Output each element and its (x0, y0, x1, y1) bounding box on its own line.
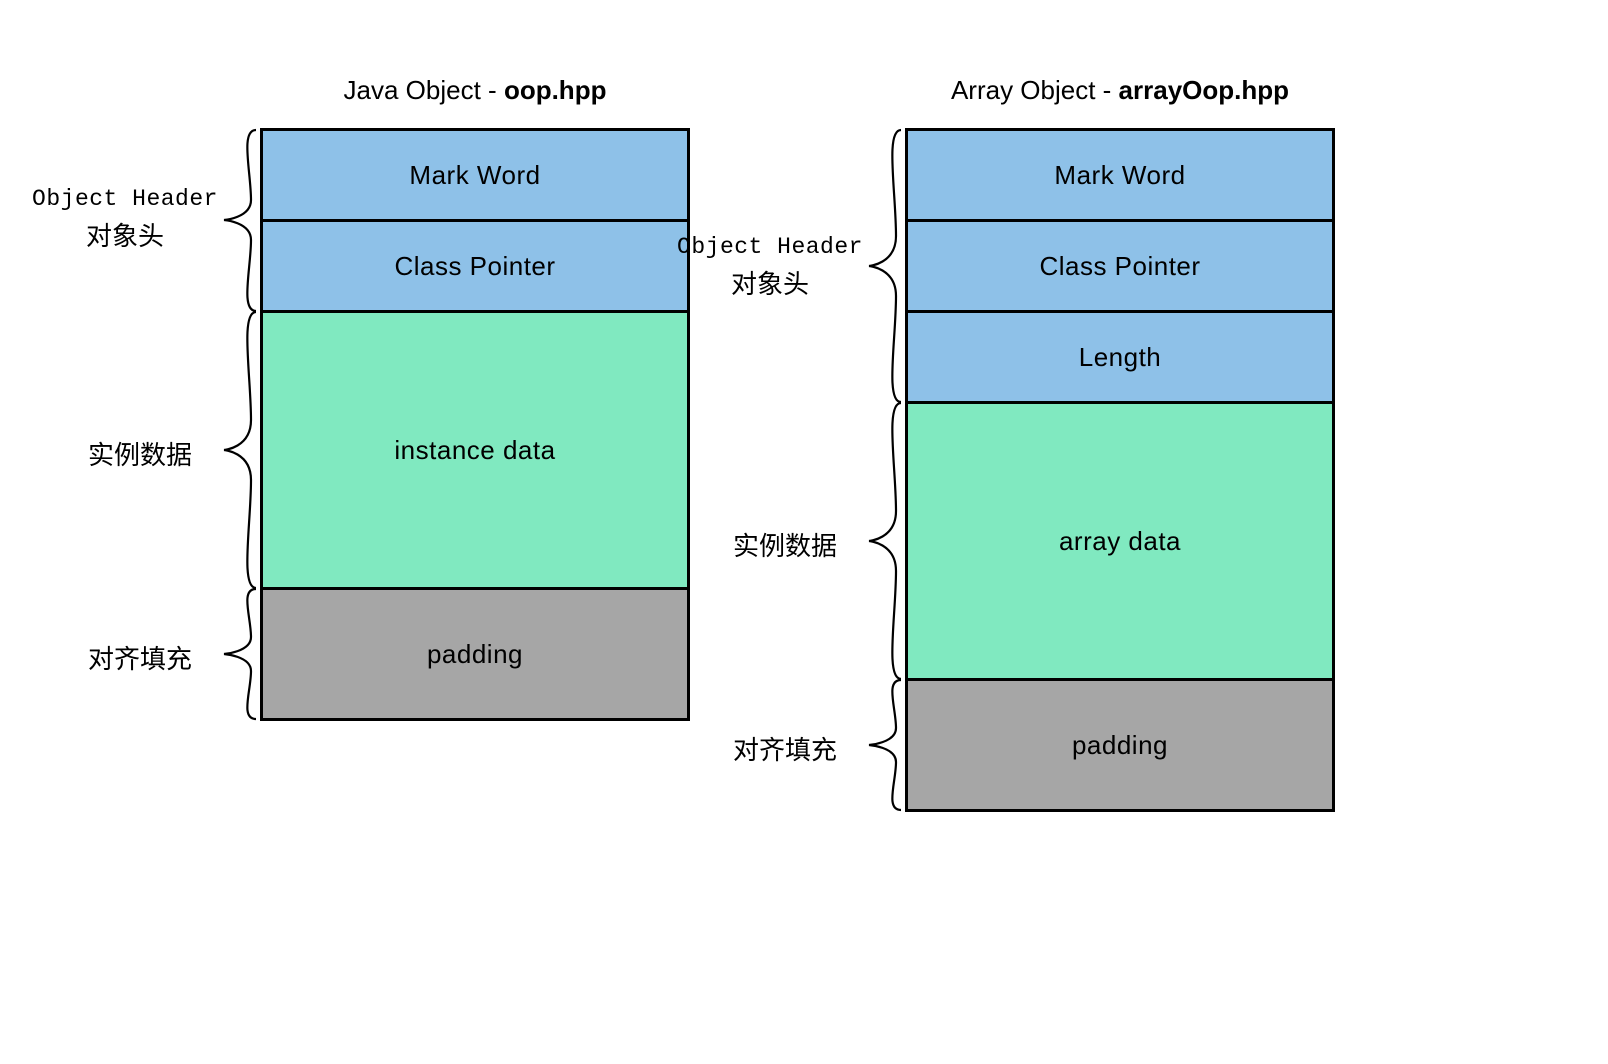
right-label-padding: 对齐填充 (705, 731, 865, 770)
right-block-padding: padding (905, 678, 1335, 812)
right-title-bold: arrayOop.hpp (1119, 75, 1289, 105)
left-brace-header (222, 128, 258, 313)
right-block-length: Length (905, 310, 1335, 404)
right-block-array-data: array data (905, 401, 1335, 681)
right-brace-padding (867, 678, 903, 812)
left-title-bold: oop.hpp (504, 75, 607, 105)
diagram-canvas: Java Object - oop.hpp Mark Word Class Po… (0, 0, 1608, 1064)
left-label-header: Object Header 对象头 (30, 180, 220, 256)
right-title-prefix: Array Object - (951, 75, 1119, 105)
left-title: Java Object - oop.hpp (260, 75, 690, 106)
left-block-mark-word: Mark Word (260, 128, 690, 222)
right-label-data: 实例数据 (705, 527, 865, 566)
right-label-header: Object Header 对象头 (675, 228, 865, 304)
left-block-instance-data: instance data (260, 310, 690, 590)
left-label-data: 实例数据 (60, 436, 220, 475)
left-block-class-pointer: Class Pointer (260, 219, 690, 313)
right-brace-data (867, 401, 903, 681)
left-label-padding: 对齐填充 (60, 640, 220, 679)
left-block-padding: padding (260, 587, 690, 721)
left-brace-padding (222, 587, 258, 721)
right-brace-header (867, 128, 903, 404)
right-block-class-pointer: Class Pointer (905, 219, 1335, 313)
left-brace-data (222, 310, 258, 590)
left-title-prefix: Java Object - (344, 75, 504, 105)
right-title: Array Object - arrayOop.hpp (905, 75, 1335, 106)
right-block-mark-word: Mark Word (905, 128, 1335, 222)
